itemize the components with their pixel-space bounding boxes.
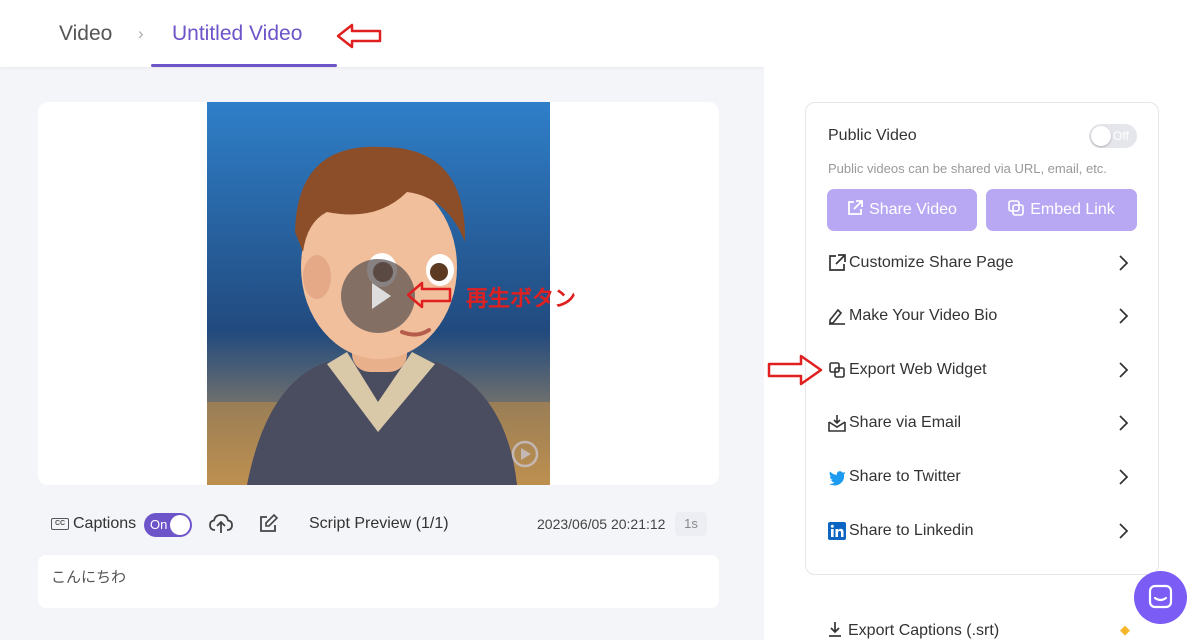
export-captions-label: Export Captions (.srt) [848, 622, 1000, 639]
menu-make-video-bio[interactable]: Make Your Video Bio [828, 302, 1136, 330]
download-icon [829, 622, 841, 637]
active-tab-underline [151, 64, 337, 67]
chevron-right-icon [1119, 255, 1128, 271]
menu-label: Share via Email [849, 414, 962, 431]
script-text-box[interactable] [38, 555, 719, 608]
annotation-arrow-icon [767, 354, 823, 386]
menu-share-to-linkedin[interactable]: Share to Linkedin [828, 517, 1136, 545]
menu-share-via-email[interactable]: Share via Email [828, 409, 1136, 437]
annotation-arrow-icon [336, 23, 382, 49]
support-chat-button[interactable] [1134, 571, 1187, 624]
premium-gem-icon: ◆ [1120, 622, 1130, 637]
menu-label: Export Web Widget [849, 361, 987, 378]
menu-export-web-widget[interactable]: Export Web Widget [828, 356, 1136, 384]
menu-label: Customize Share Page [849, 254, 1014, 271]
edit-icon[interactable] [258, 514, 278, 534]
external-link-icon [829, 254, 846, 271]
cc-icon: CC [51, 518, 69, 530]
public-video-toggle-label: Off [1113, 129, 1129, 143]
chat-icon [1148, 584, 1173, 609]
public-video-toggle[interactable]: Off [1089, 124, 1137, 148]
embed-link-button[interactable]: Embed Link [986, 189, 1137, 231]
external-link-icon [848, 200, 864, 215]
breadcrumb-current-title[interactable]: Untitled Video [172, 22, 302, 46]
menu-share-to-twitter[interactable]: Share to Twitter [828, 463, 1136, 491]
twitter-icon [829, 471, 845, 486]
menu-label: Make Your Video Bio [849, 307, 998, 324]
menu-customize-share-page[interactable]: Customize Share Page [828, 249, 1136, 277]
captions-toggle[interactable]: On [144, 513, 192, 537]
breadcrumb-video[interactable]: Video [59, 22, 112, 46]
toggle-knob [1091, 126, 1111, 146]
widget-icon [829, 362, 845, 378]
captions-toggle-label: On [150, 517, 168, 532]
annotation-arrow-icon [406, 281, 452, 309]
duration-badge: 1s [675, 512, 707, 536]
menu-label: Share to Twitter [849, 468, 961, 485]
script-preview-label[interactable]: Script Preview (1/1) [309, 515, 449, 533]
embed-link-label: Embed Link [1030, 201, 1115, 218]
email-icon [828, 415, 846, 432]
share-video-label: Share Video [869, 201, 957, 218]
share-video-button[interactable]: Share Video [827, 189, 977, 231]
chevron-right-icon [1119, 362, 1128, 378]
chevron-right-icon [1119, 469, 1128, 485]
export-captions-button[interactable]: Export Captions (.srt) [828, 621, 999, 640]
toggle-knob [170, 515, 190, 535]
play-button[interactable] [341, 259, 415, 333]
annotation-play-button-note: 再生ボタン [466, 287, 577, 312]
chevron-right-icon [1119, 415, 1128, 431]
script-text: こんにちわ [51, 568, 127, 586]
breadcrumb-separator: › [138, 24, 144, 43]
public-video-title: Public Video [828, 127, 917, 144]
video-timestamp: 2023/06/05 20:21:12 [537, 516, 666, 532]
linkedin-icon [828, 522, 846, 540]
signature-icon [829, 308, 845, 325]
copy-icon [1008, 200, 1025, 216]
captions-label: Captions [73, 515, 137, 532]
upload-cloud-icon[interactable] [209, 513, 233, 535]
public-video-description: Public videos can be shared via URL, ema… [828, 161, 1107, 176]
chevron-right-icon [1119, 308, 1128, 324]
chevron-right-icon [1119, 523, 1128, 539]
menu-label: Share to Linkedin [849, 522, 974, 539]
